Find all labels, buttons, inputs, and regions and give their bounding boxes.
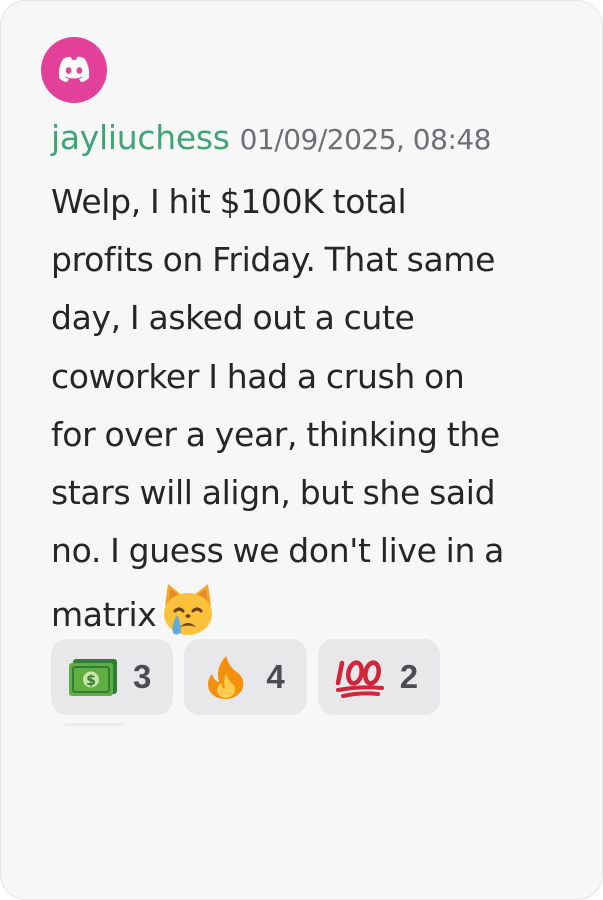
avatar[interactable]: [41, 37, 107, 103]
message-line: stars will align, but she said: [51, 473, 496, 513]
svg-text:$: $: [86, 673, 96, 689]
reaction-hundred[interactable]: 2: [317, 639, 441, 715]
reactions-bar: $ 3 4 2: [51, 639, 441, 715]
reaction-dollar[interactable]: $ 3: [51, 639, 174, 715]
timestamp: 01/09/2025, 08:48: [239, 123, 492, 156]
message-line: for over a year, thinking the: [51, 414, 500, 454]
reaction-count: 2: [399, 658, 419, 695]
message-line: profits on Friday. That same: [51, 240, 496, 280]
message-card: jayliuchess 01/09/2025, 08:48 Welp, I hit…: [0, 0, 603, 900]
message-line: coworker I had a crush on: [51, 356, 465, 396]
reaction-count: 3: [133, 658, 152, 695]
hundred-points-icon: [334, 654, 386, 700]
message-line: matrix: [51, 595, 157, 635]
reaction-count: 4: [266, 658, 285, 695]
message-line: day, I asked out a cute: [51, 298, 415, 338]
message-line: no. I guess we don't live in a: [51, 531, 505, 571]
message-body: Welp, I hit $100K total profits on Frida…: [51, 173, 581, 659]
reaction-fire[interactable]: 4: [184, 639, 307, 715]
message-line: Welp, I hit $100K total: [51, 182, 407, 221]
username[interactable]: jayliuchess: [51, 118, 230, 157]
fire-icon: [200, 654, 252, 700]
dollar-banknote-icon: $: [67, 654, 119, 700]
message-header: jayliuchess 01/09/2025, 08:48: [51, 118, 492, 157]
discord-logo-icon: [58, 56, 90, 82]
divider: [65, 723, 123, 726]
